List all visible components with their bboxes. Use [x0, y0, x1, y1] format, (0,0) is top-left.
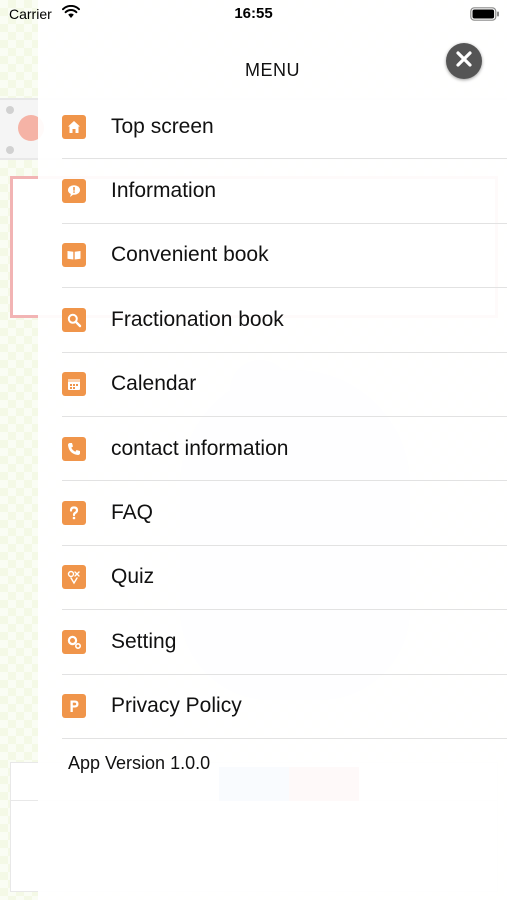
- menu-item-convenient-book[interactable]: Convenient book: [62, 224, 507, 289]
- home-icon: [62, 114, 86, 139]
- close-button[interactable]: [446, 43, 482, 79]
- gear-icon: [62, 629, 86, 654]
- menu-item-label: FAQ: [111, 501, 154, 525]
- status-bar: Carrier 16:55: [0, 0, 507, 30]
- menu-item-label: Convenient book: [111, 243, 269, 267]
- privacy-p-icon: [62, 694, 86, 719]
- menu-item-label: Privacy Policy: [111, 694, 242, 718]
- menu-item-label: Calendar: [111, 372, 197, 396]
- menu-item-top-screen[interactable]: Top screen: [62, 95, 507, 160]
- app-version: App Version 1.0.0: [68, 753, 211, 773]
- close-icon: [455, 50, 473, 73]
- menu-item-label: Top screen: [111, 114, 214, 138]
- menu-item-label: Quiz: [111, 565, 155, 589]
- phone-icon: [62, 436, 86, 461]
- book-icon: [62, 243, 86, 268]
- menu-list: Top screen Information Convenient book F…: [62, 95, 507, 739]
- info-bubble-icon: [62, 179, 86, 204]
- menu-item-label: contact information: [111, 436, 289, 460]
- battery-icon: [470, 7, 500, 25]
- menu-item-label: Fractionation book: [111, 307, 284, 331]
- menu-item-information[interactable]: Information: [62, 159, 507, 224]
- status-clock: 16:55: [234, 5, 273, 22]
- menu-item-label: Information: [111, 179, 217, 203]
- menu-item-setting[interactable]: Setting: [62, 610, 507, 675]
- menu-item-fractionation-book[interactable]: Fractionation book: [62, 288, 507, 353]
- menu-item-quiz[interactable]: Quiz: [62, 546, 507, 611]
- menu-item-calendar[interactable]: Calendar: [62, 353, 507, 417]
- search-icon: [62, 307, 86, 332]
- menu-item-label: Setting: [111, 629, 177, 653]
- menu-item-privacy-policy[interactable]: Privacy Policy: [62, 675, 507, 739]
- menu-item-contact-information[interactable]: contact information: [62, 417, 507, 482]
- menu-item-faq[interactable]: FAQ: [62, 481, 507, 546]
- quiz-icon: [62, 565, 86, 590]
- calendar-icon: [62, 372, 86, 397]
- menu-title: MENU: [245, 60, 300, 80]
- question-icon: [62, 501, 86, 526]
